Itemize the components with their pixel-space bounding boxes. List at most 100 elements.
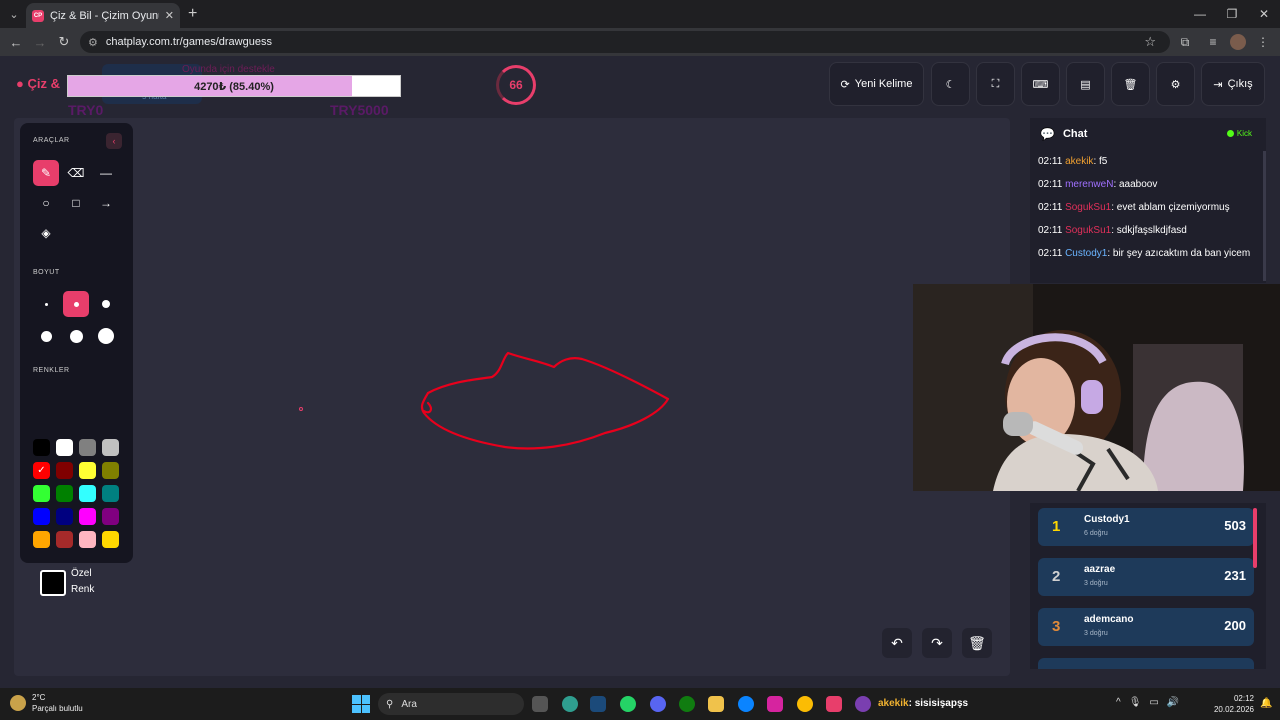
color-swatch[interactable] <box>79 531 96 548</box>
edge-icon[interactable] <box>562 696 578 712</box>
whatsapp-icon[interactable] <box>620 696 636 712</box>
chevron-up-icon[interactable]: ^ <box>1116 697 1121 708</box>
back-icon[interactable]: ← <box>4 35 28 50</box>
reload-icon[interactable]: ↻ <box>52 34 76 50</box>
clear-canvas-button[interactable]: 🗑 <box>962 628 992 658</box>
settings-button[interactable]: ⚙ <box>1156 62 1195 106</box>
player-score: 503 <box>1224 518 1246 533</box>
pen-tool-button[interactable]: ✎ <box>33 160 59 186</box>
color-swatch[interactable] <box>56 485 73 502</box>
exit-button[interactable]: ⇥ Çıkış <box>1201 62 1265 106</box>
color-swatch[interactable] <box>56 531 73 548</box>
color-swatch[interactable] <box>79 439 96 456</box>
leaderboard-scrollbar[interactable] <box>1253 508 1257 568</box>
undo-icon: ↶ <box>891 634 903 651</box>
file-explorer-icon[interactable] <box>708 696 724 712</box>
redo-button[interactable]: ↷ <box>922 628 952 658</box>
color-swatch[interactable] <box>102 508 119 525</box>
start-button[interactable] <box>352 695 370 713</box>
clear-button[interactable]: 🗑 <box>1111 62 1150 106</box>
trash-icon: 🗑 <box>968 634 986 651</box>
browser-menu-icon[interactable]: ⋮ <box>1252 35 1274 49</box>
tab-search-icon[interactable]: ⌄ <box>0 0 28 28</box>
size-dot <box>102 300 110 308</box>
xbox-icon[interactable] <box>679 696 695 712</box>
dark-mode-button[interactable]: ☾ <box>931 62 970 106</box>
archive-button[interactable]: ▤ <box>1066 62 1105 106</box>
instagram-icon[interactable] <box>767 696 783 712</box>
fill-tool-button[interactable]: ◈ <box>33 220 59 246</box>
extensions-icon[interactable]: ⧉ <box>1174 35 1196 50</box>
color-swatch[interactable] <box>102 439 119 456</box>
size-4-button[interactable] <box>33 323 59 349</box>
color-swatch[interactable] <box>102 531 119 548</box>
color-swatch[interactable] <box>79 485 96 502</box>
system-clock[interactable]: 02:12 20.02.2026 <box>1212 693 1254 715</box>
collapse-panel-button[interactable]: ‹ <box>106 133 122 149</box>
tools-panel: ARAÇLAR ‹ ✎ ⌫ — ○ □ → ◈ BOYUT RENKLER ✓ … <box>20 123 133 596</box>
chat-scrollbar[interactable] <box>1263 151 1266 281</box>
eraser-icon: ⌫ <box>67 166 85 180</box>
window-close-icon[interactable]: ✕ <box>1248 0 1280 28</box>
color-swatch[interactable] <box>33 485 50 502</box>
chrome-icon[interactable] <box>797 696 813 712</box>
widgets-icon[interactable] <box>532 696 548 712</box>
refresh-icon: ⟳ <box>840 78 850 91</box>
new-word-button[interactable]: ⟳ Yeni Kelime <box>829 62 924 106</box>
new-tab-button[interactable]: + <box>188 5 197 23</box>
circle-tool-button[interactable]: ○ <box>33 190 59 216</box>
size-3-button[interactable] <box>93 291 119 317</box>
size-5-button[interactable] <box>63 323 89 349</box>
volume-icon[interactable]: 🔊 <box>1167 697 1179 708</box>
app-icon-2[interactable] <box>855 696 871 712</box>
partly-cloudy-icon <box>10 695 26 711</box>
maximize-icon[interactable]: ❐ <box>1216 0 1248 28</box>
network-icon[interactable]: ▭ <box>1149 697 1158 708</box>
mic-icon[interactable]: 🎙 <box>1129 697 1142 708</box>
eraser-tool-button[interactable]: ⌫ <box>63 160 89 186</box>
steam-icon[interactable] <box>590 696 606 712</box>
arrow-tool-button[interactable]: → <box>93 190 119 216</box>
color-swatch[interactable] <box>102 485 119 502</box>
size-6-button[interactable] <box>93 323 119 349</box>
size-dot <box>40 330 52 342</box>
custom-color-label[interactable]: Özel Renk <box>71 566 111 598</box>
site-info-icon[interactable]: ⚙ <box>88 36 98 49</box>
color-swatch[interactable] <box>33 531 50 548</box>
color-swatch[interactable] <box>56 462 73 479</box>
undo-button[interactable]: ↶ <box>882 628 912 658</box>
drawn-stroke <box>420 351 670 450</box>
taskbar-search[interactable]: ⚲ Ara <box>378 693 524 715</box>
size-1-button[interactable] <box>33 291 59 317</box>
weather-widget[interactable]: 2°C Parçalı bulutlu <box>10 692 83 714</box>
discord-icon[interactable] <box>650 696 666 712</box>
url-bar[interactable]: ⚙ chatplay.com.tr/games/drawguess ☆ <box>80 31 1170 53</box>
notification-bell-icon[interactable]: 🔔 <box>1260 698 1272 709</box>
minimize-icon[interactable]: — <box>1184 0 1216 28</box>
line-tool-button[interactable]: — <box>93 160 119 186</box>
color-swatch[interactable] <box>79 462 96 479</box>
close-tab-icon[interactable]: ✕ <box>165 9 174 22</box>
color-swatch[interactable] <box>56 508 73 525</box>
keyboard-button[interactable]: ⌨ <box>1021 62 1060 106</box>
chat-header: 💬 Chat Kick <box>1030 118 1266 150</box>
rectangle-tool-button[interactable]: □ <box>63 190 89 216</box>
profile-avatar[interactable] <box>1230 34 1246 50</box>
size-2-button[interactable] <box>63 291 89 317</box>
fullscreen-button[interactable]: ⛶ <box>976 62 1015 106</box>
app-icon[interactable] <box>826 696 842 712</box>
custom-color-picker[interactable] <box>40 570 66 596</box>
color-swatch[interactable] <box>56 439 73 456</box>
color-swatch[interactable] <box>33 439 50 456</box>
url-text: chatplay.com.tr/games/drawguess <box>105 36 272 48</box>
bookmark-star-icon[interactable]: ☆ <box>1144 34 1156 50</box>
donation-goal-bar: 4270₺ (85.40%) <box>67 75 401 97</box>
color-swatch[interactable] <box>102 462 119 479</box>
browser-tab[interactable]: CP Çiz & Bil - Çizim Oyunu ✕ <box>26 3 180 28</box>
color-swatch[interactable] <box>79 508 96 525</box>
color-swatch[interactable] <box>33 508 50 525</box>
browser-icon[interactable] <box>738 696 754 712</box>
media-icon[interactable]: ≡ <box>1202 35 1224 49</box>
forward-icon[interactable]: → <box>28 35 52 50</box>
color-swatch[interactable]: ✓ <box>33 462 50 479</box>
